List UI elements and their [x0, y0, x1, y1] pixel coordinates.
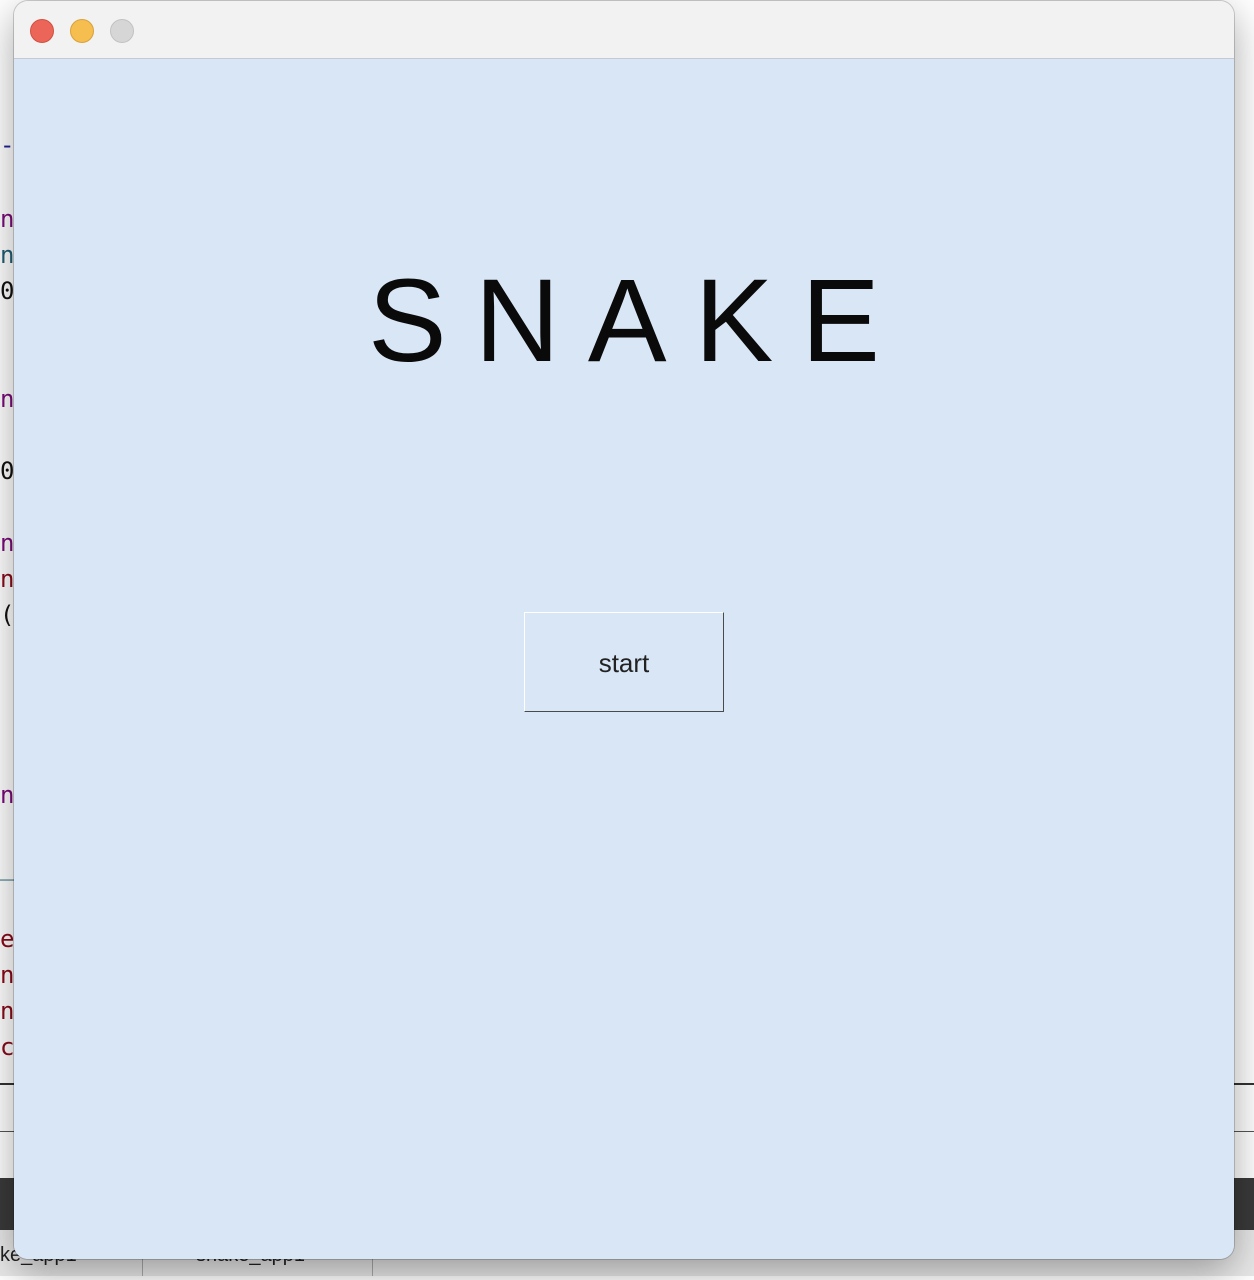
window-titlebar[interactable] — [14, 1, 1234, 59]
minimize-window-button[interactable] — [70, 19, 94, 43]
code-fragment: e — [0, 925, 15, 953]
zoom-window-button[interactable] — [110, 19, 134, 43]
game-title: SNAKE — [367, 255, 909, 387]
start-button[interactable]: start — [524, 612, 724, 712]
close-window-button[interactable] — [30, 19, 54, 43]
game-canvas: SNAKE start — [14, 59, 1234, 1259]
snake-game-window: SNAKE start — [14, 1, 1234, 1259]
